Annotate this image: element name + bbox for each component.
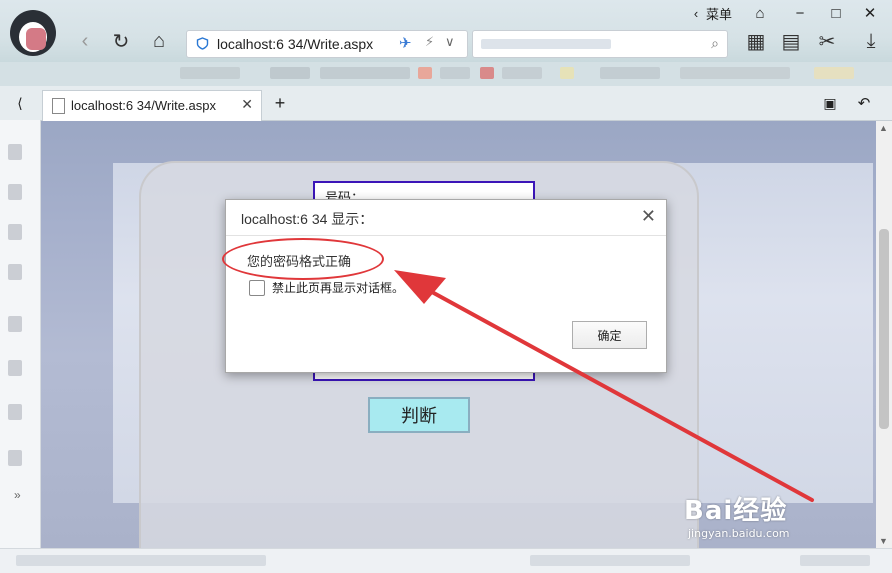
- minimize-icon[interactable]: −: [788, 2, 812, 24]
- dialog-header: localhost:6 34 显示： ✕: [226, 200, 666, 236]
- sidebar-toggle-icon[interactable]: ⟨: [8, 92, 32, 114]
- close-tab-icon[interactable]: ✕: [241, 96, 253, 113]
- dialog-title: localhost:6 34 显示：: [241, 211, 374, 227]
- tab-write[interactable]: localhost:6 34/Write.aspx ✕: [42, 90, 262, 121]
- side-item[interactable]: [8, 360, 22, 376]
- chevron-down-icon[interactable]: ∨: [445, 34, 455, 50]
- watermark-url: jingyan.baidu.com: [688, 527, 790, 540]
- undo-icon[interactable]: ↶: [852, 92, 876, 114]
- tab-title: localhost:6 34/Write.aspx: [71, 98, 216, 113]
- menu-button[interactable]: 菜单: [706, 4, 732, 23]
- bookmarks-bar: [0, 62, 892, 86]
- highlight-ellipse: [222, 238, 384, 280]
- address-bar[interactable]: localhost:6 34/Write.aspx ✈ ⚡ ∨: [186, 30, 468, 58]
- tab-strip: ⟨ localhost:6 34/Write.aspx ✕ + ▣ ↶: [0, 86, 892, 121]
- download-icon[interactable]: ⤓: [858, 28, 884, 54]
- scroll-down-icon[interactable]: ▼: [879, 536, 888, 546]
- user-avatar[interactable]: [10, 10, 56, 56]
- reader-icon[interactable]: ▤: [778, 28, 804, 54]
- page-icon: [52, 98, 65, 114]
- side-item[interactable]: [8, 264, 22, 280]
- home-icon[interactable]: ⌂: [146, 28, 172, 54]
- side-item[interactable]: [8, 316, 22, 332]
- suppress-checkbox[interactable]: [249, 280, 265, 296]
- grid-icon[interactable]: ▦: [743, 28, 769, 54]
- alert-dialog: localhost:6 34 显示： ✕ 您的密码格式正确 禁止此页再显示对话框…: [225, 199, 667, 373]
- rocket-icon[interactable]: ✈: [399, 34, 412, 52]
- watermark-brand: Bai经验: [684, 496, 788, 526]
- search-icon[interactable]: ⌕: [711, 35, 719, 52]
- side-item[interactable]: [8, 144, 22, 160]
- chevron-left-icon[interactable]: ‹: [684, 2, 708, 24]
- scroll-thumb[interactable]: [879, 229, 889, 429]
- shirt-icon[interactable]: ⌂: [748, 2, 772, 24]
- side-panel: »: [0, 120, 41, 548]
- bolt-icon[interactable]: ⚡: [425, 34, 434, 50]
- close-icon[interactable]: ✕: [641, 206, 656, 227]
- judge-button[interactable]: 判断: [368, 397, 470, 433]
- baidu-watermark: Bai经验 jingyan.baidu.com: [684, 490, 790, 540]
- scissors-icon[interactable]: ✂: [814, 28, 840, 54]
- screenshot-icon[interactable]: ▣: [818, 92, 842, 114]
- side-item[interactable]: [8, 184, 22, 200]
- scrollbar[interactable]: ▲ ▼: [876, 121, 892, 548]
- search-placeholder-blur: [481, 39, 611, 49]
- address-url: localhost:6 34/Write.aspx: [217, 36, 374, 52]
- scroll-up-icon[interactable]: ▲: [879, 123, 888, 133]
- new-tab-icon[interactable]: +: [268, 92, 292, 114]
- side-item[interactable]: [8, 450, 22, 466]
- search-input[interactable]: ⌕: [472, 30, 728, 58]
- close-window-icon[interactable]: ✕: [858, 2, 882, 24]
- side-item[interactable]: [8, 224, 22, 240]
- ok-button[interactable]: 确定: [572, 321, 647, 349]
- browser-toolbar: ‹ ↻ ⌂ localhost:6 34/Write.aspx ✈ ⚡ ∨ ⌕ …: [0, 0, 892, 62]
- refresh-icon[interactable]: ↻: [108, 28, 134, 54]
- shield-icon: [196, 37, 209, 50]
- expand-icon[interactable]: »: [14, 488, 21, 502]
- status-bar: [0, 548, 892, 573]
- suppress-checkbox-label[interactable]: 禁止此页再显示对话框。: [272, 279, 404, 296]
- maximize-icon[interactable]: □: [824, 2, 848, 24]
- back-icon[interactable]: ‹: [72, 28, 98, 54]
- side-item[interactable]: [8, 404, 22, 420]
